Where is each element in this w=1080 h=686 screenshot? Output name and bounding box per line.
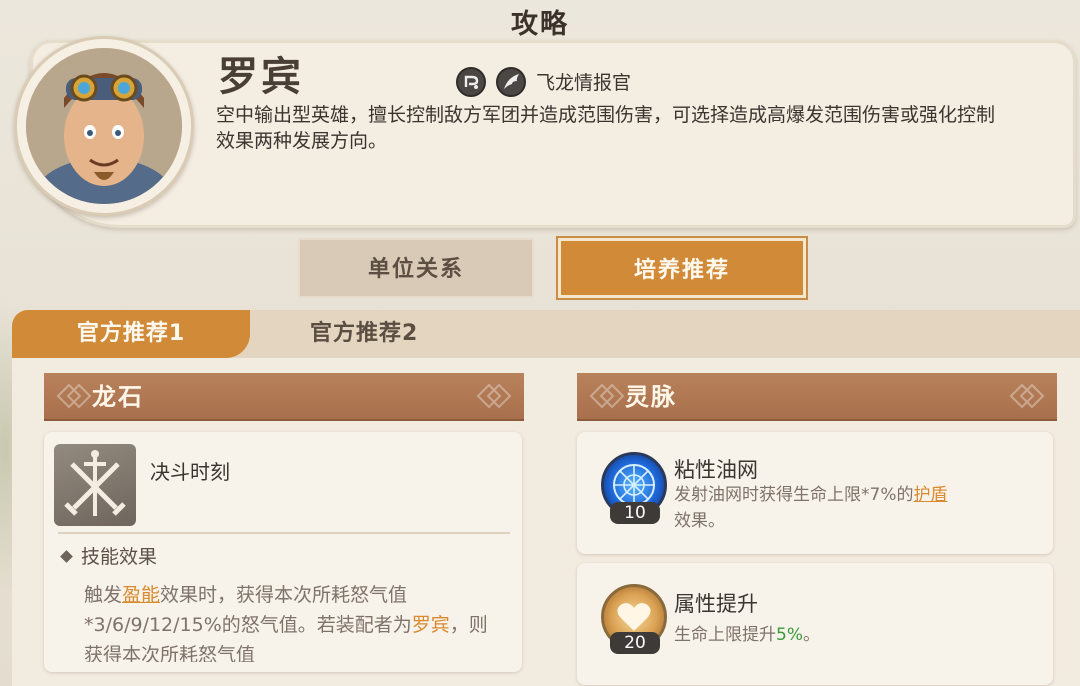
effect-text-part: 触发 (84, 584, 123, 606)
spirit-item-name: 属性提升 (674, 592, 758, 616)
divider (58, 532, 510, 534)
hero-name-highlight: 罗宾 (411, 614, 450, 636)
dragon-stone-header-label: 龙石 (92, 383, 144, 411)
sub-tab-bar: 官方推荐1 官方推荐2 (12, 310, 1080, 358)
spirit-item-description: 生命上限提升5%。 (674, 622, 1034, 648)
hero-class: 飞龙情报官 (536, 72, 632, 94)
shield-keyword-link[interactable]: 护盾 (913, 485, 947, 505)
spirit-vein-header: 灵脉 (577, 373, 1057, 421)
sub-tab-official-2[interactable]: 官方推荐2 (310, 310, 418, 358)
level-badge: 20 (610, 632, 660, 654)
spirit-vein-header-label: 灵脉 (625, 383, 677, 411)
spirit-desc-part: 。 (802, 625, 820, 645)
stat-value: 5% (776, 625, 803, 645)
skill-effect-title: 技能效果 (60, 542, 158, 569)
spirit-desc-part: 生命上限提升 (674, 625, 776, 645)
skill-effect-title-label: 技能效果 (81, 546, 158, 568)
energy-keyword-link[interactable]: 盈能 (122, 584, 160, 606)
skill-name: 决斗时刻 (150, 460, 230, 484)
skill-effect-text: 触发盈能效果时，获得本次所耗怒气值*3/6/9/12/15%的怒气值。若装配者为… (84, 580, 504, 662)
level-badge: 10 (610, 502, 660, 524)
spirit-item-name: 粘性油网 (674, 458, 758, 482)
wing-icon (496, 67, 526, 97)
hero-avatar[interactable] (26, 48, 182, 204)
diamond-decoration-icon (476, 383, 512, 409)
spirit-item-description: 发射油网时获得生命上限*7%的护盾效果。 (674, 482, 1034, 534)
page-title: 攻略 (511, 9, 569, 40)
dragon-stone-header: 龙石 (44, 373, 524, 421)
sub-tab-official-1[interactable]: 官方推荐1 (12, 310, 250, 358)
tab-unit-relations[interactable]: 单位关系 (298, 238, 534, 298)
hero-description: 空中输出型英雄，擅长控制敌方军团并造成范围伤害，可选择造成高爆发范围伤害或强化控… (216, 104, 996, 152)
tab-training-recommendation[interactable]: 培养推荐 (556, 236, 808, 300)
hero-name: 罗宾 (218, 54, 304, 100)
diamond-decoration-icon (56, 383, 92, 409)
spirit-desc-part: 效果。 (674, 511, 725, 531)
crossed-swords-icon[interactable] (54, 444, 136, 526)
diamond-decoration-icon (589, 383, 625, 409)
spirit-desc-part: 发射油网时获得生命上限*7%的 (674, 485, 914, 505)
role-badge-icon (456, 67, 486, 97)
diamond-bullet-icon (60, 550, 73, 563)
diamond-decoration-icon (1009, 383, 1045, 409)
